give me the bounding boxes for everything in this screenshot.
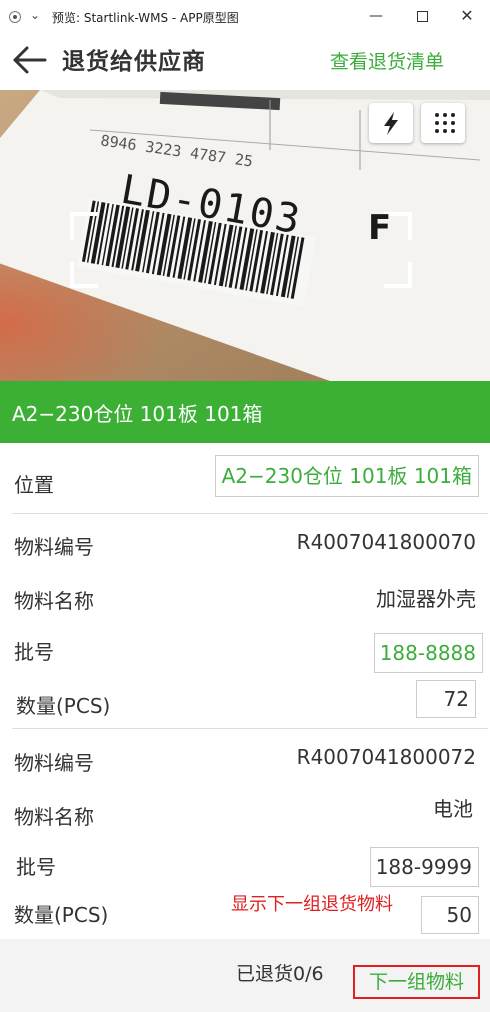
menu-dots-icon bbox=[435, 113, 455, 133]
return-form: 位置 A2−230仓位 101板 101箱 物料编号 R400704180007… bbox=[0, 443, 490, 939]
window-app-icon bbox=[9, 11, 21, 23]
location-label: 位置 bbox=[14, 473, 54, 497]
returned-count: 已退货0/6 bbox=[236, 963, 324, 985]
flash-icon bbox=[384, 112, 398, 135]
flash-button[interactable] bbox=[369, 103, 413, 143]
material-name-value: 电池 bbox=[433, 797, 473, 821]
next-group-button[interactable]: 下一组物料 bbox=[353, 965, 480, 999]
package-label-letter: F bbox=[368, 208, 392, 248]
keypad-button[interactable] bbox=[421, 103, 465, 143]
window-titlebar: ⌄ 预览: Startlink-WMS - APP原型图 — ✕ bbox=[0, 0, 490, 34]
material-name-label: 物料名称 bbox=[14, 805, 94, 829]
chevron-down-icon[interactable]: ⌄ bbox=[30, 8, 40, 22]
view-return-list-link[interactable]: 查看退货清单 bbox=[330, 47, 444, 74]
back-arrow-icon bbox=[13, 46, 47, 74]
material-code-label: 物料编号 bbox=[14, 535, 94, 559]
page-title: 退货给供应商 bbox=[62, 49, 206, 75]
divider bbox=[12, 728, 488, 729]
quantity-label: 数量(PCS) bbox=[14, 903, 109, 927]
quantity-field[interactable]: 50 bbox=[421, 896, 479, 934]
app-header: 退货给供应商 查看退货清单 bbox=[0, 34, 490, 90]
location-banner: A2−230仓位 101板 101箱 bbox=[0, 381, 490, 443]
close-button[interactable]: ✕ bbox=[452, 4, 482, 28]
batch-label: 批号 bbox=[16, 855, 56, 879]
next-group-hint: 显示下一组退货物料 bbox=[231, 894, 393, 915]
window-title: 预览: Startlink-WMS - APP原型图 bbox=[52, 11, 239, 25]
minimize-button[interactable]: — bbox=[361, 4, 391, 28]
material-code-value: R4007041800070 bbox=[296, 530, 476, 554]
location-field[interactable]: A2−230仓位 101板 101箱 bbox=[215, 455, 479, 497]
scanner-camera-view[interactable]: 8946 3223 4787 25 LD-0103 F bbox=[0, 90, 490, 381]
material-name-value: 加湿器外壳 bbox=[376, 587, 476, 611]
material-code-value: R4007041800072 bbox=[296, 745, 476, 769]
batch-field[interactable]: 188-8888 bbox=[374, 633, 483, 673]
divider bbox=[12, 513, 488, 514]
material-code-label: 物料编号 bbox=[14, 751, 94, 775]
maximize-icon bbox=[416, 10, 428, 22]
batch-label: 批号 bbox=[14, 640, 54, 664]
back-button[interactable] bbox=[12, 44, 48, 76]
material-name-label: 物料名称 bbox=[14, 589, 94, 613]
batch-field[interactable]: 188-9999 bbox=[370, 847, 479, 887]
bottom-bar: 已退货0/6 下一组物料 bbox=[0, 939, 490, 1012]
quantity-label: 数量(PCS) bbox=[16, 694, 111, 718]
scanned-package-image bbox=[0, 90, 490, 381]
quantity-field[interactable]: 72 bbox=[416, 680, 476, 718]
maximize-button[interactable] bbox=[407, 4, 437, 28]
